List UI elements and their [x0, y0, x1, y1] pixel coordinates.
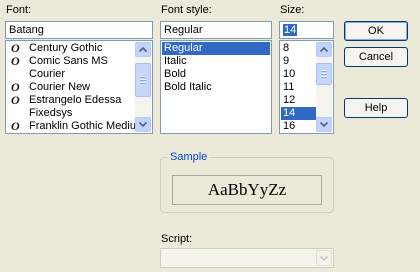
size-list-items: 8 9 10 11 12 14 16: [281, 42, 316, 132]
size-list-item[interactable]: 14: [281, 107, 316, 120]
ok-button[interactable]: OK: [344, 21, 408, 41]
size-list[interactable]: 8 9 10 11 12 14 16: [279, 40, 334, 134]
font-style-item[interactable]: Bold Italic: [162, 81, 270, 94]
chevron-down-icon: [139, 121, 147, 128]
chevron-down-icon: [320, 121, 328, 128]
font-style-item[interactable]: Italic: [162, 55, 270, 68]
cancel-button[interactable]: Cancel: [344, 47, 408, 67]
size-label: Size:: [280, 4, 305, 16]
font-style-list-items: Regular Italic Bold Bold Italic: [162, 42, 270, 132]
font-label: Font:: [6, 4, 32, 16]
chevron-up-icon: [320, 46, 328, 53]
font-list-item[interactable]: O Estrangelo Edessa: [7, 94, 135, 107]
font-list-item-label: Fixedsys: [29, 107, 73, 119]
scroll-thumb[interactable]: [135, 63, 151, 97]
font-list-items: O Century Gothic O Comic Sans MS Courier…: [7, 42, 135, 132]
opentype-font-icon: O: [11, 93, 20, 107]
scroll-down-button[interactable]: [316, 117, 332, 132]
font-list-item[interactable]: Fixedsys: [7, 107, 135, 120]
font-style-label: Font style:: [161, 4, 212, 16]
chevron-up-icon: [139, 46, 147, 53]
font-list-item[interactable]: O Courier New: [7, 81, 135, 94]
font-list-item-label: Century Gothic: [29, 42, 103, 54]
font-list-item[interactable]: O Century Gothic: [7, 42, 135, 55]
font-style-item[interactable]: Regular: [162, 42, 270, 55]
script-select[interactable]: [160, 248, 334, 268]
font-name-input[interactable]: Batang: [5, 21, 153, 39]
size-list-item[interactable]: 10: [281, 68, 316, 81]
font-list-item-label: Estrangelo Edessa: [29, 94, 122, 106]
font-list-item[interactable]: O Comic Sans MS: [7, 55, 135, 68]
size-list-scrollbar[interactable]: [316, 42, 332, 132]
font-list-item[interactable]: O Franklin Gothic Medium: [7, 119, 135, 133]
size-list-item[interactable]: 11: [281, 81, 316, 94]
scroll-down-button[interactable]: [135, 117, 151, 132]
size-list-item[interactable]: 16: [281, 120, 316, 132]
opentype-font-icon: O: [11, 54, 20, 68]
font-list-scrollbar[interactable]: [135, 42, 151, 132]
size-input[interactable]: 14: [279, 21, 334, 39]
font-list[interactable]: O Century Gothic O Comic Sans MS Courier…: [5, 40, 153, 134]
sample-group-title: Sample: [168, 151, 210, 164]
opentype-font-icon: O: [11, 119, 20, 133]
font-list-item-label: Comic Sans MS: [29, 55, 108, 67]
script-dropdown-button[interactable]: [316, 250, 332, 266]
scroll-up-button[interactable]: [135, 42, 151, 57]
chevron-down-icon: [320, 255, 328, 262]
help-button[interactable]: Help: [344, 98, 408, 118]
font-dialog: Font: Batang O Century Gothic O Comic Sa…: [0, 0, 420, 272]
size-list-item[interactable]: 8: [281, 42, 316, 55]
font-style-list[interactable]: Regular Italic Bold Bold Italic: [160, 40, 272, 134]
sample-preview: AaBbYyZz: [172, 175, 322, 205]
script-label: Script:: [161, 233, 193, 245]
font-style-input[interactable]: Regular: [160, 21, 272, 39]
font-list-item-label: Courier New: [29, 81, 91, 93]
font-list-item-label: Courier: [29, 68, 66, 80]
font-list-item[interactable]: Courier: [7, 68, 135, 81]
font-name-value: Batang: [9, 24, 44, 36]
font-style-item[interactable]: Bold: [162, 68, 270, 81]
scroll-thumb[interactable]: [316, 63, 332, 85]
font-style-value: Regular: [164, 24, 203, 36]
scroll-up-button[interactable]: [316, 42, 332, 57]
font-list-item-label: Franklin Gothic Medium: [29, 120, 135, 132]
size-list-item[interactable]: 12: [281, 94, 316, 107]
size-list-item[interactable]: 9: [281, 55, 316, 68]
size-value: 14: [283, 24, 298, 36]
